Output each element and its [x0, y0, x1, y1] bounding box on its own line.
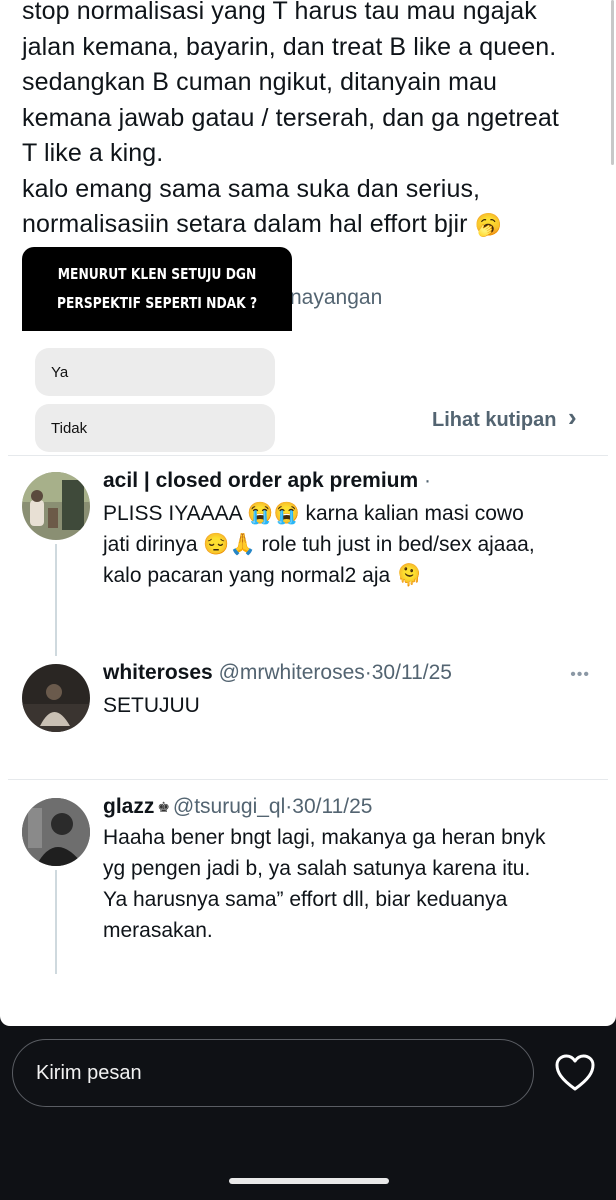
yawn-emoji: 🥱 [474, 213, 503, 238]
story-card: stop normalisasi yang T harus tau mau ng… [0, 0, 616, 1026]
reply-date[interactable]: 30/11/25 [372, 661, 452, 684]
tweet-line: T like a king. [22, 139, 164, 167]
reply-line: Haaha bener bngt lagi, makanya ga heran … [103, 826, 546, 849]
reply-line: yg pengen jadi b, ya salah satunya karen… [103, 857, 531, 880]
reply-separator: · [424, 469, 431, 492]
tweet-line: normalisasiin setara dalam hal effort bj… [22, 210, 503, 238]
avatar-image [22, 664, 90, 732]
tweet-line: jalan kemana, bayarin, dan treat B like … [22, 32, 557, 61]
reply-line: kalo pacaran yang normal2 aja 🫠 [103, 564, 423, 587]
reply-handle[interactable]: @mrwhiteroses [219, 661, 365, 684]
reply-author-name[interactable]: glazz [103, 795, 154, 818]
reply-author-name[interactable]: whiteroses [103, 661, 213, 684]
view-quotes-link[interactable]: Lihat kutipan › [432, 402, 577, 433]
scrollbar[interactable] [611, 0, 614, 165]
tweet-line: stop normalisasi yang T harus tau mau ng… [22, 0, 537, 25]
avatar[interactable] [22, 664, 90, 732]
poll-question-line: PERSPEKTIF SEPERTI NDAK ? [56, 294, 258, 312]
send-message-placeholder: Kirim pesan [36, 1061, 142, 1084]
reply-header: glazz ♚ @tsurugi_ql·30/11/25 [103, 795, 372, 819]
view-quotes-label: Lihat kutipan [432, 409, 557, 431]
thread-line [55, 544, 57, 656]
poll-question: MENURUT KLEN SETUJU DGN PERSPEKTIF SEPER… [22, 247, 292, 331]
reply-separator: · [364, 661, 372, 684]
avatar[interactable] [22, 472, 90, 540]
reply-author-name[interactable]: acil | closed order apk premium [103, 469, 418, 492]
home-indicator[interactable] [229, 1178, 389, 1184]
reply-line: merasakan. [103, 919, 213, 942]
reply-text: SETUJUU [103, 690, 598, 721]
poll-question-line: MENURUT KLEN SETUJU DGN [57, 265, 257, 283]
reply-handle[interactable]: @tsurugi_ql [173, 795, 285, 818]
tweet-text: stop normalisasi yang T harus tau mau ng… [22, 0, 602, 244]
chevron-right-icon: › [568, 402, 577, 432]
avatar[interactable] [22, 798, 90, 866]
reply-line: PLISS IYAAAA 😭😭 karna kalian masi cowo [103, 502, 524, 525]
heart-icon[interactable] [555, 1054, 595, 1092]
divider [8, 455, 608, 456]
reply-text: Haaha bener bngt lagi, makanya ga heran … [103, 822, 598, 946]
reply-text: PLISS IYAAAA 😭😭 karna kalian masi cowo j… [103, 498, 598, 591]
poll-option-ya[interactable]: Ya [35, 348, 275, 396]
divider [8, 779, 608, 780]
thread-line [55, 870, 57, 974]
tweet-line: kalo emang sama sama suka dan serius, [22, 174, 481, 203]
avatar-image [22, 472, 90, 540]
avatar-image [22, 798, 90, 866]
tweet-line: kemana jawab gatau / terserah, dan ga ng… [22, 103, 559, 132]
more-options-icon[interactable]: ••• [570, 666, 590, 684]
views-count: nayangan [290, 286, 383, 309]
send-message-input[interactable]: Kirim pesan [12, 1039, 534, 1107]
reply-line: Ya harusnya sama” effort dll, biar kedua… [103, 888, 508, 911]
reply-header: acil | closed order apk premium · [103, 469, 431, 493]
poll-option-tidak[interactable]: Tidak [35, 404, 275, 452]
tweet-line: sedangkan B cuman ngikut, ditanyain mau [22, 68, 498, 96]
reply-header: whiteroses @mrwhiteroses·30/11/25 [103, 661, 452, 685]
crown-badge-icon: ♚ [157, 798, 170, 815]
reply-date[interactable]: 30/11/25 [292, 795, 372, 818]
reply-line: SETUJUU [103, 694, 200, 717]
reply-line: jati dirinya 😔🙏 role tuh just in bed/sex… [103, 533, 535, 556]
